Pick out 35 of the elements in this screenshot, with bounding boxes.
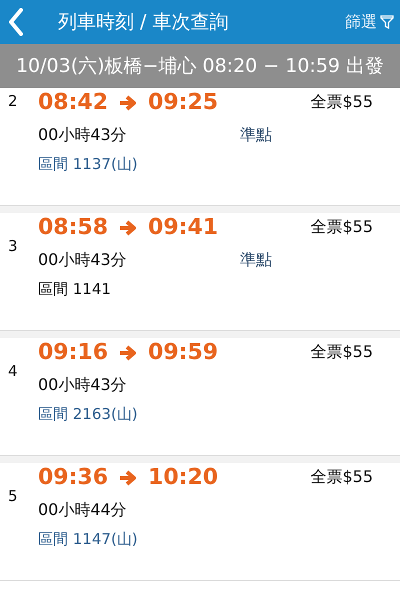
train-number: 區間 2163(山) — [37, 405, 139, 424]
filter-icon — [380, 15, 394, 29]
trip-number: 2 — [8, 92, 18, 110]
fare: 全票$55 — [310, 217, 373, 238]
departure-time: 08:42 — [38, 90, 108, 115]
trip-number: 3 — [8, 237, 18, 255]
train-number: 區間 1147(山) — [37, 530, 139, 549]
fare: 全票$55 — [310, 342, 373, 363]
departure-time: 09:36 — [38, 465, 108, 490]
back-icon[interactable] — [8, 8, 24, 36]
arrival-time: 09:41 — [148, 215, 218, 240]
fare: 全票$55 — [310, 92, 373, 113]
arrow-icon — [118, 344, 138, 362]
departure-time: 08:58 — [38, 215, 108, 240]
trip-number: 4 — [8, 362, 18, 380]
arrow-icon — [118, 218, 138, 236]
arrival-time: 10:20 — [148, 465, 218, 490]
duration: 00小時43分 — [38, 124, 128, 146]
train-number: 區間 1141 — [37, 280, 112, 299]
arrival-time: 09:59 — [148, 340, 218, 365]
duration: 00小時43分 — [38, 250, 128, 270]
trip-number: 5 — [8, 487, 18, 505]
status: 準點 — [240, 250, 272, 270]
duration: 00小時44分 — [38, 500, 128, 520]
duration: 00小時43分 — [38, 374, 128, 396]
query-summary: 10/03(六)板橋−埔心 08:20 − 10:59 出發 — [0, 44, 400, 88]
trip-row[interactable]: 5 09:36 10:20 全票$55 00小時44分 區間 1147(山) — [0, 463, 400, 581]
arrival-time: 09:25 — [148, 90, 218, 115]
screen-title: 列車時刻 / 車次查詢 — [58, 10, 230, 35]
arrow-icon — [118, 468, 138, 486]
arrow-icon — [118, 94, 138, 112]
fare: 全票$55 — [310, 467, 373, 488]
train-number: 區間 1137(山) — [37, 155, 139, 174]
departure-time: 09:16 — [38, 340, 108, 365]
status: 準點 — [240, 124, 272, 146]
